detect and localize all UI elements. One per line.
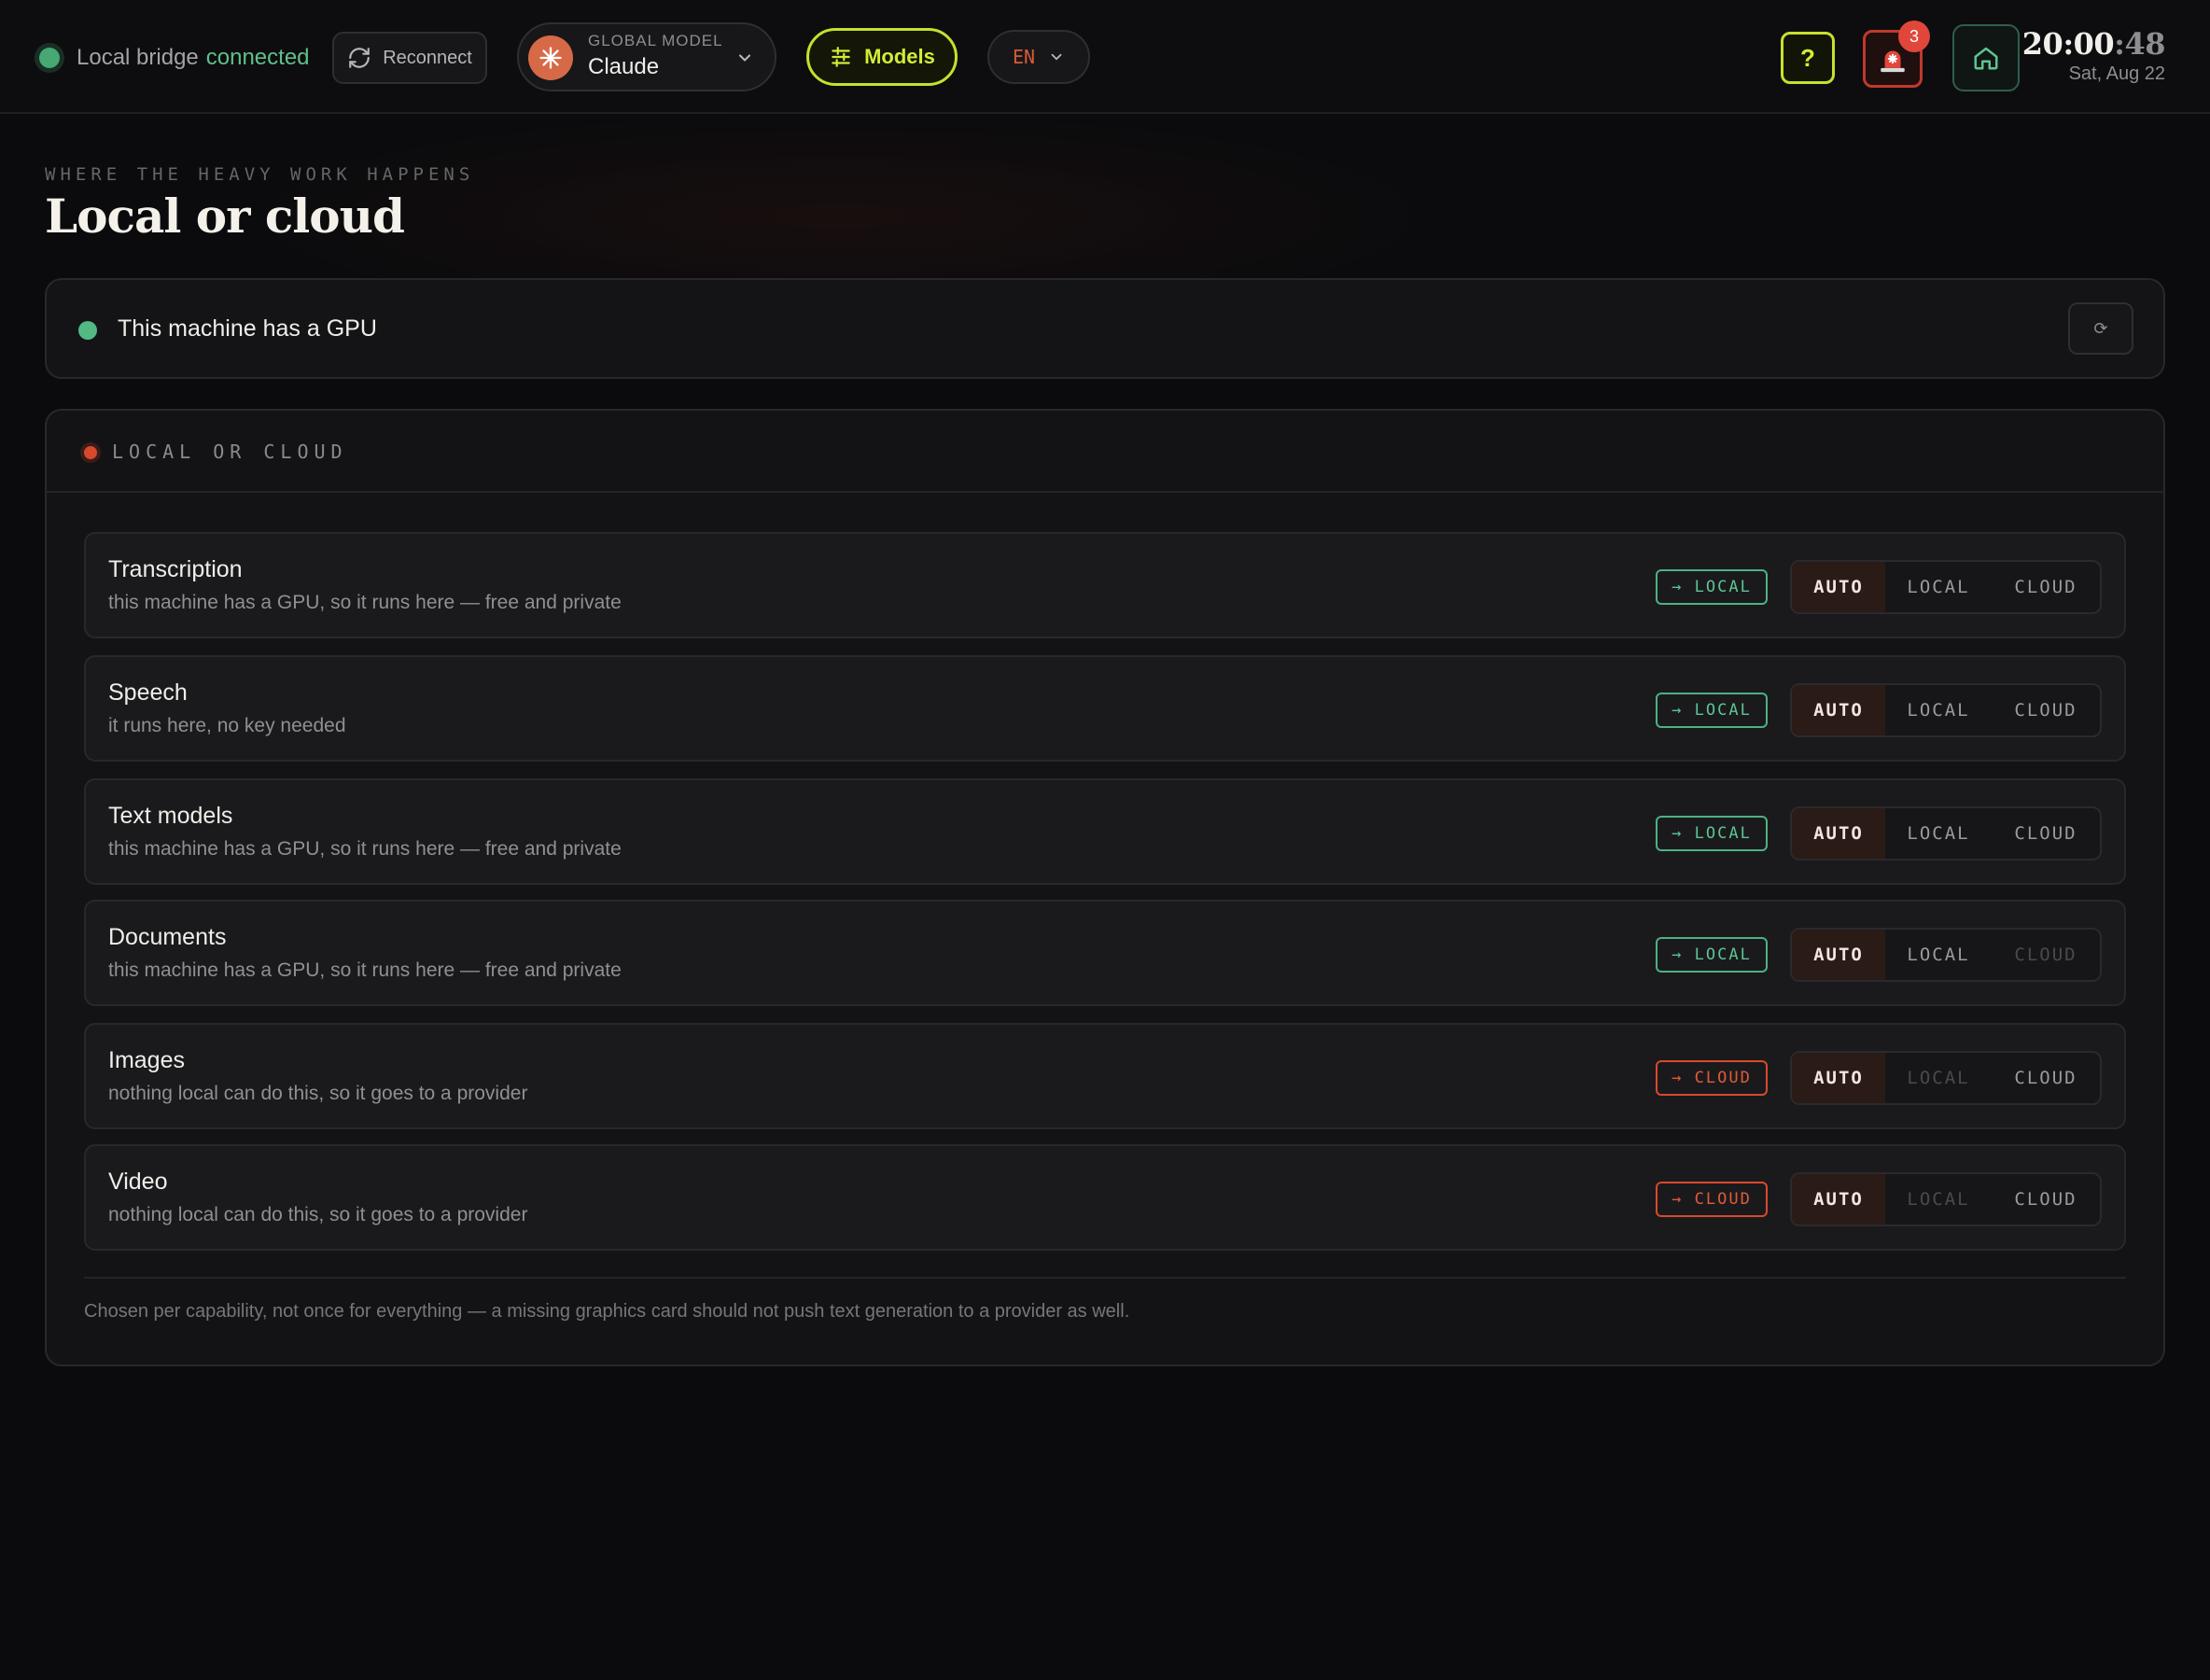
capability-row: Speech it runs here, no key needed → LOCAL… bbox=[84, 655, 2126, 762]
mode-auto-option[interactable]: AUTO bbox=[1792, 685, 1885, 735]
capability-name: Text models bbox=[108, 803, 233, 829]
route-badge: → CLOUD bbox=[1656, 1060, 1768, 1096]
mode-auto-option[interactable]: AUTO bbox=[1792, 930, 1885, 980]
mode-selector: AUTO LOCAL CLOUD bbox=[1790, 560, 2102, 614]
route-badge: → LOCAL bbox=[1656, 569, 1768, 605]
section-label: LOCAL OR CLOUD bbox=[112, 441, 348, 463]
gpu-status-dot bbox=[78, 321, 97, 340]
home-icon bbox=[1974, 47, 1998, 70]
clock-seconds: :48 bbox=[2114, 26, 2165, 62]
mode-local-option: LOCAL bbox=[1907, 1189, 1970, 1210]
mode-local-option[interactable]: LOCAL bbox=[1885, 808, 1992, 859]
chevron-down-icon bbox=[738, 54, 751, 62]
route-badge: → LOCAL bbox=[1656, 816, 1768, 851]
claude-logo-icon bbox=[528, 35, 573, 80]
status-dot bbox=[39, 48, 60, 68]
clock-hours-minutes: 20:00 bbox=[2021, 26, 2115, 62]
mode-cloud-option[interactable]: CLOUD bbox=[1992, 1053, 2100, 1103]
mode-selector: AUTO LOCAL CLOUD bbox=[1790, 1172, 2102, 1226]
capability-row: Transcription this machine has a GPU, so … bbox=[84, 532, 2126, 638]
mode-auto-option[interactable]: AUTO bbox=[1792, 1053, 1885, 1103]
gpu-status-text: This machine has a GPU bbox=[118, 315, 377, 342]
capability-row: Text models this machine has a GPU, so it… bbox=[84, 778, 2126, 885]
reconnect-button[interactable]: Reconnect bbox=[332, 32, 487, 84]
clock-time: 20:00:48 bbox=[2021, 26, 2166, 62]
chevron-down-icon bbox=[1051, 53, 1062, 61]
mode-local-option: LOCAL bbox=[1907, 1068, 1970, 1088]
route-badge: → LOCAL bbox=[1656, 693, 1768, 728]
capability-name: Video bbox=[108, 1169, 168, 1195]
local-or-cloud-panel: LOCAL OR CLOUD Transcription this machine… bbox=[45, 409, 2165, 1366]
route-badge: → CLOUD bbox=[1656, 1182, 1768, 1217]
mode-cloud-option[interactable]: CLOUD bbox=[1992, 562, 2100, 612]
mode-cloud-option[interactable]: CLOUD bbox=[1992, 808, 2100, 859]
route-badge: → LOCAL bbox=[1656, 937, 1768, 973]
language-code: EN bbox=[1012, 46, 1036, 68]
mode-selector: AUTO LOCAL CLOUD bbox=[1790, 1051, 2102, 1105]
mode-local-option[interactable]: LOCAL bbox=[1885, 562, 1992, 612]
alert-count-badge: 3 bbox=[1898, 21, 1930, 52]
mode-auto-option[interactable]: AUTO bbox=[1792, 1174, 1885, 1225]
mode-auto-option[interactable]: AUTO bbox=[1792, 808, 1885, 859]
models-label: Models bbox=[864, 45, 935, 68]
bridge-connection-status: connected bbox=[205, 45, 310, 70]
capability-description: this machine has a GPU, so it runs here … bbox=[108, 592, 622, 613]
capability-description: nothing local can do this, so it goes to… bbox=[108, 1204, 528, 1225]
mode-local-option[interactable]: LOCAL bbox=[1885, 930, 1992, 980]
capability-description: nothing local can do this, so it goes to… bbox=[108, 1083, 528, 1104]
mode-selector: AUTO LOCAL CLOUD bbox=[1790, 928, 2102, 982]
model-name: Claude bbox=[588, 54, 660, 79]
capability-name: Speech bbox=[108, 679, 188, 706]
model-caption: GLOBAL MODEL bbox=[588, 32, 723, 49]
clock: 20:00:48 Sat, Aug 22 bbox=[2021, 26, 2166, 85]
mode-cloud-option: CLOUD bbox=[2014, 945, 2077, 965]
language-selector[interactable]: EN bbox=[987, 30, 1090, 84]
global-model-selector[interactable]: GLOBAL MODEL Claude bbox=[517, 22, 776, 91]
clock-date: Sat, Aug 22 bbox=[2068, 63, 2165, 84]
page-eyebrow: WHERE THE HEAVY WORK HAPPENS bbox=[45, 164, 475, 185]
capability-row: Video nothing local can do this, so it go… bbox=[84, 1144, 2126, 1251]
capability-description: this machine has a GPU, so it runs here … bbox=[108, 959, 622, 981]
mode-auto-option[interactable]: AUTO bbox=[1792, 562, 1885, 612]
refresh-icon bbox=[349, 48, 371, 68]
capability-name: Documents bbox=[108, 924, 227, 950]
mode-cloud-option[interactable]: CLOUD bbox=[1992, 1174, 2100, 1225]
footer-note: Chosen per capability, not once for ever… bbox=[84, 1301, 1130, 1322]
capability-row: Documents this machine has a GPU, so it r… bbox=[84, 900, 2126, 1006]
mode-cloud-option[interactable]: CLOUD bbox=[1992, 685, 2100, 735]
gpu-status-card: This machine has a GPU ⟳ bbox=[45, 278, 2165, 379]
capability-name: Transcription bbox=[108, 556, 243, 582]
capability-row: Images nothing local can do this, so it g… bbox=[84, 1023, 2126, 1129]
help-button[interactable]: ? bbox=[1781, 32, 1835, 84]
mode-selector: AUTO LOCAL CLOUD bbox=[1790, 806, 2102, 861]
mode-selector: AUTO LOCAL CLOUD bbox=[1790, 683, 2102, 737]
capability-description: this machine has a GPU, so it runs here … bbox=[108, 838, 622, 860]
divider bbox=[84, 1277, 2126, 1279]
bridge-label: Local bridge bbox=[77, 45, 199, 70]
gpu-refresh-button[interactable]: ⟳ bbox=[2068, 302, 2133, 355]
home-button[interactable] bbox=[1952, 24, 2020, 91]
page-title: Local or cloud bbox=[45, 189, 405, 244]
bridge-status: Local bridge connected bbox=[39, 41, 310, 75]
panel-header: LOCAL OR CLOUD bbox=[47, 411, 2163, 493]
reconnect-label: Reconnect bbox=[383, 47, 472, 68]
capability-name: Images bbox=[108, 1047, 185, 1073]
sliders-icon bbox=[832, 47, 850, 67]
models-button[interactable]: Models bbox=[806, 28, 958, 86]
section-dot bbox=[84, 446, 97, 459]
mode-local-option[interactable]: LOCAL bbox=[1885, 685, 1992, 735]
capability-description: it runs here, no key needed bbox=[108, 715, 346, 736]
top-bar: Local bridge connected Reconnect GLOBAL … bbox=[0, 0, 2210, 114]
